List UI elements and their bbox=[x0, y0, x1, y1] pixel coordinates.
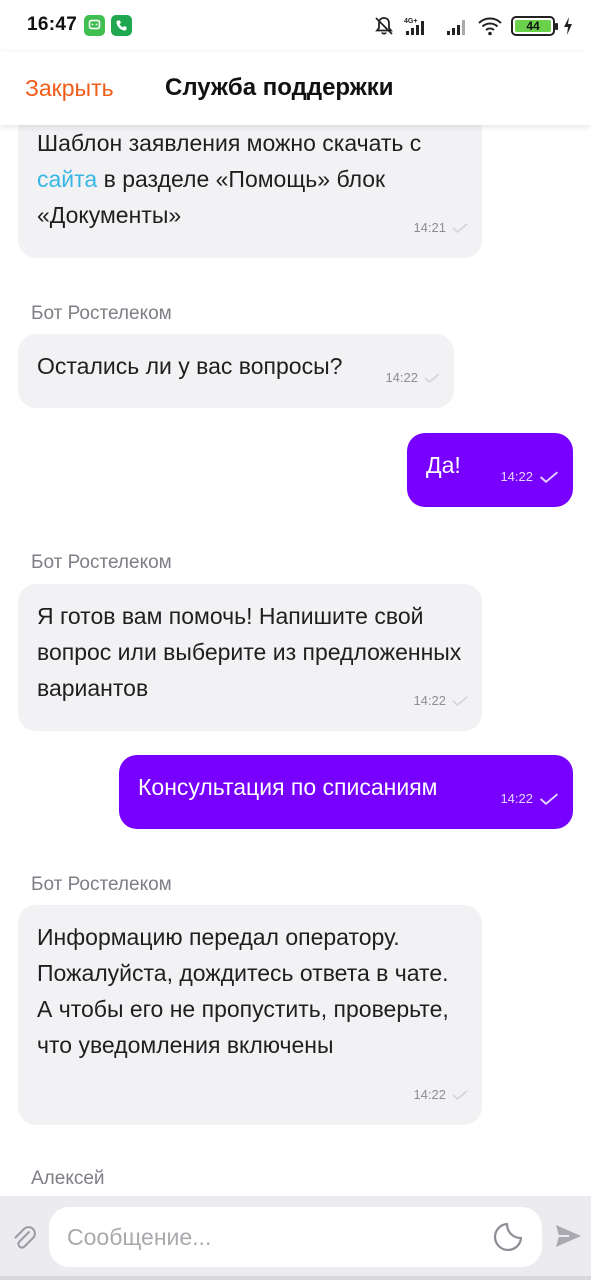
message-text: Консультация по списаниям bbox=[138, 774, 438, 800]
message-text: Информацию передал оператору. Пожалуйста… bbox=[37, 924, 449, 1058]
mute-icon bbox=[375, 17, 393, 35]
message-time: 14:21 bbox=[413, 220, 446, 235]
messenger-icon bbox=[84, 15, 105, 36]
message-meta: 14:22 bbox=[413, 1077, 468, 1113]
message-time: 14:22 bbox=[413, 693, 446, 708]
divider bbox=[0, 1276, 591, 1280]
battery-icon: 44 bbox=[511, 16, 558, 36]
sender-name: Бот Ростелеком bbox=[31, 303, 172, 324]
bot-message: Я готов вам помочь! Напишите свой вопрос… bbox=[18, 584, 482, 731]
message-time: 14:22 bbox=[500, 791, 533, 806]
paperclip-icon[interactable] bbox=[10, 1223, 38, 1253]
site-link[interactable]: сайта bbox=[37, 166, 97, 192]
message-meta: 14:22 bbox=[385, 360, 440, 396]
check-icon bbox=[452, 696, 468, 706]
message-meta: 14:21 bbox=[413, 210, 468, 246]
check-icon bbox=[424, 373, 440, 383]
battery-level: 44 bbox=[515, 19, 551, 33]
bot-message: Информацию передал оператору. Пожалуйста… bbox=[18, 905, 482, 1125]
check-icon bbox=[539, 471, 559, 483]
status-time: 16:47 bbox=[27, 14, 78, 35]
message-text: Я готов вам помочь! Напишите свой вопрос… bbox=[37, 603, 462, 701]
check-icon bbox=[452, 223, 468, 233]
message-input[interactable] bbox=[67, 1207, 467, 1267]
chat-header: Закрыть Служба поддержки bbox=[0, 52, 591, 125]
message-meta: 14:22 bbox=[500, 459, 559, 495]
user-message: Да! 14:22 bbox=[407, 433, 573, 507]
message-field[interactable] bbox=[49, 1207, 542, 1267]
charging-icon bbox=[564, 17, 572, 35]
wifi-icon bbox=[478, 17, 502, 36]
signal-icon: 4G+ bbox=[404, 18, 424, 35]
check-icon bbox=[452, 1090, 468, 1100]
message-input-bar bbox=[0, 1196, 591, 1280]
message-time: 14:22 bbox=[500, 469, 533, 484]
sender-name: Бот Ростелеком bbox=[31, 552, 172, 573]
message-text: Остались ли у вас вопросы? bbox=[37, 353, 343, 379]
message-time: 14:22 bbox=[385, 370, 418, 385]
sender-name: Алексей bbox=[31, 1168, 105, 1189]
signal-icon bbox=[447, 20, 465, 35]
status-bar: 16:47 4G+ 44 bbox=[0, 0, 591, 52]
send-icon[interactable] bbox=[553, 1221, 583, 1251]
check-icon bbox=[539, 793, 559, 805]
message-meta: 14:22 bbox=[500, 781, 559, 817]
status-icons: 4G+ 44 bbox=[373, 13, 573, 39]
message-text: Шаблон заявления можно скачать с сайта в… bbox=[37, 130, 422, 228]
user-message: Консультация по списаниям 14:22 bbox=[119, 755, 573, 829]
message-meta: 14:22 bbox=[413, 683, 468, 719]
close-button[interactable]: Закрыть bbox=[25, 75, 114, 102]
sender-name: Бот Ростелеком bbox=[31, 874, 172, 895]
bot-message: Остались ли у вас вопросы? 14:22 bbox=[18, 334, 454, 408]
page-title: Служба поддержки bbox=[165, 74, 394, 101]
message-time: 14:22 bbox=[413, 1087, 446, 1102]
sticker-icon[interactable] bbox=[492, 1221, 524, 1253]
svg-text:4G+: 4G+ bbox=[404, 18, 417, 25]
phone-call-icon bbox=[111, 15, 132, 36]
chat-messages[interactable]: Шаблон заявления можно скачать с сайта в… bbox=[0, 125, 591, 1196]
bot-message: Шаблон заявления можно скачать с сайта в… bbox=[18, 125, 482, 258]
